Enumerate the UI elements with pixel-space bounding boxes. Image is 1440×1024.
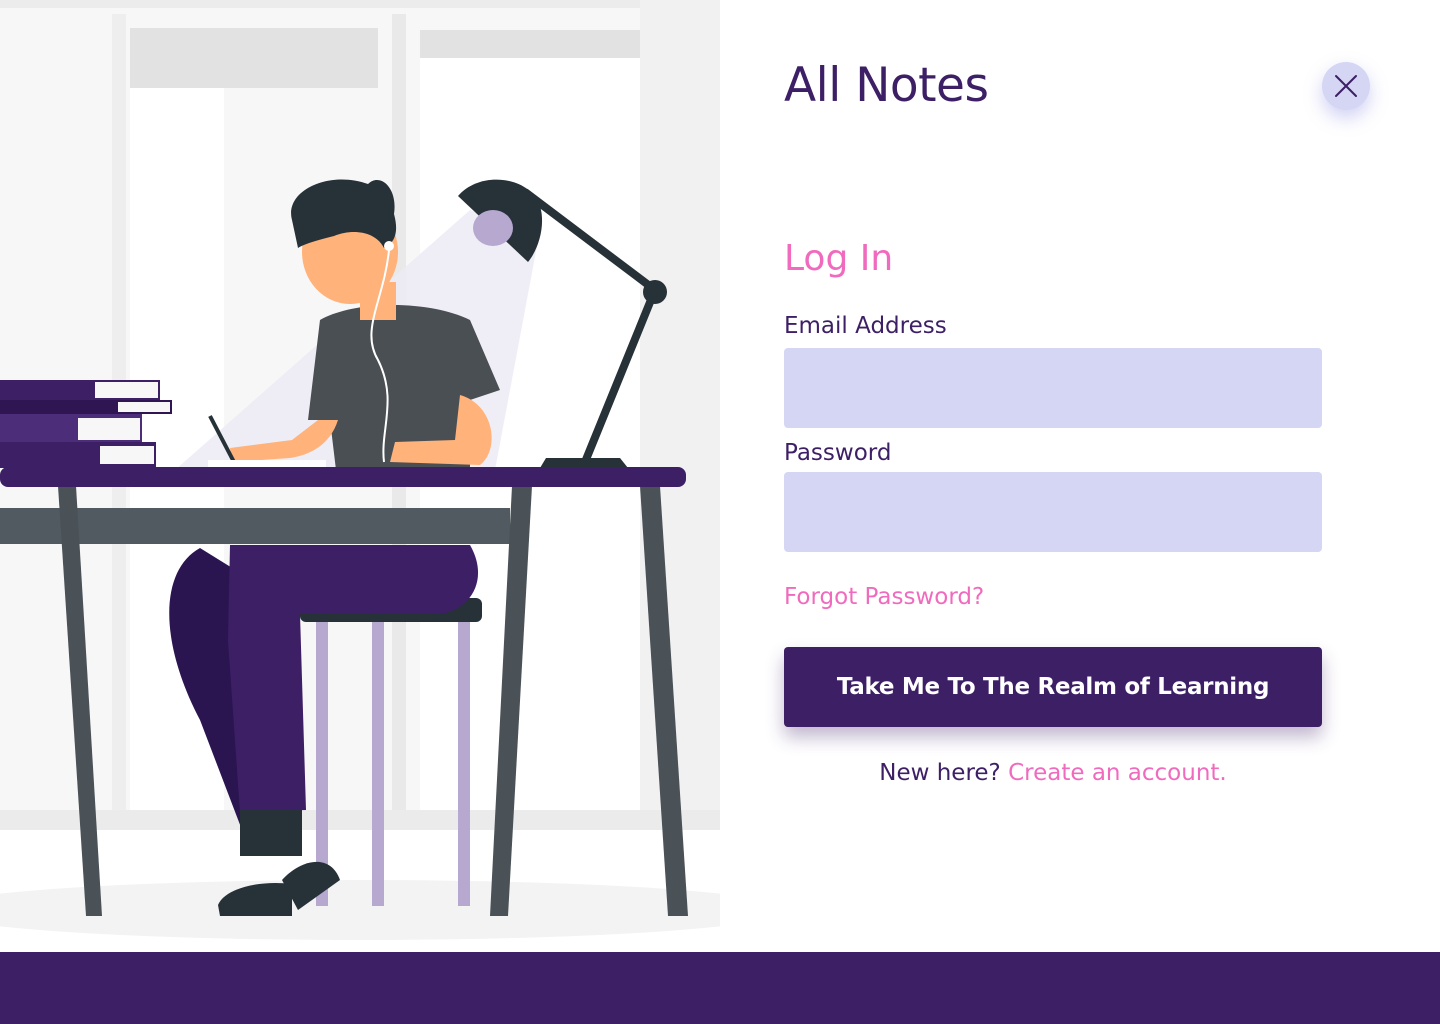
login-heading: Log In (784, 238, 894, 279)
window-pane (420, 30, 662, 58)
login-panel: All Notes Log In Email Address Password … (720, 0, 1440, 952)
desk-top (0, 467, 686, 487)
book-stack (78, 418, 140, 440)
hero-illustration (0, 0, 720, 952)
book-stack (100, 446, 154, 464)
password-label: Password (784, 440, 892, 466)
window-frame (0, 0, 720, 8)
footer-bar (0, 952, 1440, 1024)
create-account-link[interactable]: Create an account. (1008, 760, 1227, 786)
lamp-joint (643, 280, 667, 304)
lamp-bulb (473, 210, 513, 246)
forgot-password-link[interactable]: Forgot Password? (784, 582, 984, 612)
login-submit-button[interactable]: Take Me To The Realm of Learning (784, 647, 1322, 727)
notebook (208, 460, 326, 468)
stool-leg (372, 618, 384, 906)
password-field[interactable] (784, 472, 1322, 552)
window-sill (0, 810, 720, 830)
signup-prompt: New here? (879, 760, 1009, 786)
close-button[interactable] (1322, 62, 1370, 110)
app-title: All Notes (784, 58, 989, 113)
signup-row: New here? Create an account. (784, 758, 1322, 788)
book-stack (95, 382, 158, 398)
window-frame (640, 0, 720, 820)
email-field[interactable] (784, 348, 1322, 428)
email-label: Email Address (784, 313, 947, 339)
book-stack (118, 402, 170, 412)
stool-leg (458, 618, 470, 906)
lamp-base (540, 458, 628, 468)
person-sock (240, 810, 302, 856)
floor-shadow (0, 880, 720, 940)
student-desk-illustration (0, 0, 720, 940)
earphone (384, 241, 394, 251)
close-icon (1335, 75, 1357, 97)
window-pane (130, 28, 378, 88)
